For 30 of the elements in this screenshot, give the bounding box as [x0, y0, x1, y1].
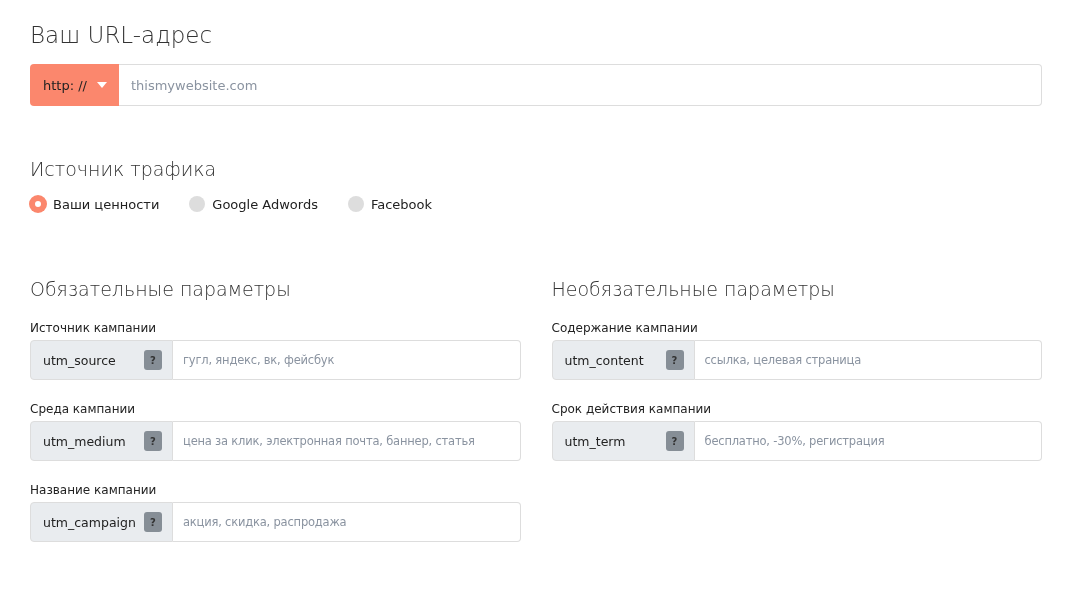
- parameter-name: utm_content: [564, 352, 644, 368]
- help-button[interactable]: ?: [144, 512, 162, 532]
- help-button[interactable]: ?: [144, 350, 162, 370]
- input-field[interactable]: ссылка, целевая страница: [694, 340, 1042, 380]
- input-field[interactable]: цена за клик, электронная почта, баннер, статья: [173, 421, 521, 461]
- radio-option[interactable]: Facebook: [347, 196, 433, 212]
- section-title: Ваш URL-адрес: [30, 22, 214, 48]
- field-label: Название кампании: [30, 483, 158, 497]
- protocol-dropdown[interactable]: http: //: [30, 64, 119, 106]
- parameter-name: utm_campaign: [43, 514, 136, 530]
- section-title: Источник трафика: [30, 158, 218, 180]
- field-label: Содержание кампании: [551, 321, 699, 335]
- input-field[interactable]: бесплатно, -30%, регистрация: [694, 421, 1042, 461]
- field-label: Среда кампании: [30, 402, 137, 416]
- input-field[interactable]: гугл, яндекс, вк, фейсбук: [173, 340, 521, 380]
- section-title: Необязательные параметры: [551, 278, 836, 300]
- input-field[interactable]: акция, скидка, распродажа: [173, 502, 521, 542]
- field-label: Срок действия кампании: [551, 402, 713, 416]
- parameter-name: utm_term: [564, 433, 626, 449]
- help-button[interactable]: ?: [665, 350, 684, 370]
- url-input-field[interactable]: thismywebsite.com: [118, 64, 1042, 106]
- help-button[interactable]: ?: [144, 431, 162, 451]
- help-button[interactable]: ?: [665, 431, 684, 451]
- section-title: Обязательные параметры: [30, 278, 292, 300]
- field-label: Источник кампании: [30, 321, 157, 335]
- caret-icon: [96, 82, 107, 88]
- radio-option[interactable]: Ваши ценности: [30, 196, 160, 212]
- parameter-name: utm_source: [43, 352, 116, 368]
- parameter-name: utm_medium: [43, 433, 126, 449]
- radio-option[interactable]: Google Adwords: [189, 196, 318, 212]
